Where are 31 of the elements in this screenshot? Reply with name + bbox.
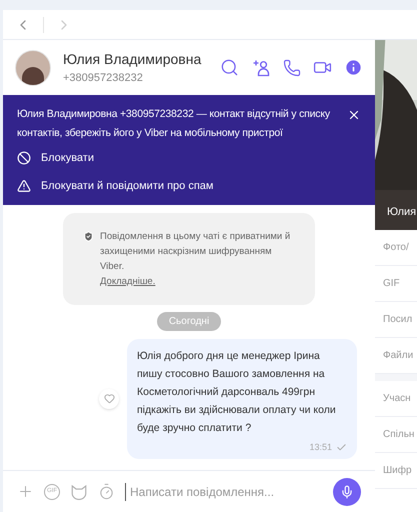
warning-icon: [17, 179, 31, 193]
shield-icon: [83, 231, 94, 242]
banner-text: Юлия Владимировна +380957238232 — контакт відсутній у списку контактів, збережіть його у Viber на мобільному пристрої: [17, 107, 331, 141]
side-panel-item[interactable]: Спільн: [375, 417, 417, 453]
learn-more-link[interactable]: Докладніше.: [100, 274, 156, 289]
message-input[interactable]: Написати повідомлення...: [125, 482, 323, 500]
side-panel-item[interactable]: Шифр: [375, 453, 417, 489]
side-panel-item[interactable]: Фото/: [375, 230, 417, 266]
close-icon[interactable]: [347, 108, 361, 122]
like-button[interactable]: [99, 388, 119, 409]
side-panel-item[interactable]: Учасн: [375, 381, 417, 417]
microphone-icon: [340, 484, 354, 498]
security-text: Повідомлення в цьому чаті є приватними й захищеними наскрізним шифруванням Viber.: [100, 230, 292, 274]
avatar: [15, 50, 51, 86]
message-text: Юлія доброго дня це менеджер Ірина пишу стосовно Вашого замовлення на Косметологічний дарсонваль 499грн підкажіть ви здійснювали оплату чи коли буде зручно сплатити ?: [137, 349, 337, 436]
add-contact-icon[interactable]: [251, 58, 271, 78]
message-time: 13:51: [309, 441, 332, 454]
search-icon[interactable]: [220, 58, 239, 77]
block-button[interactable]: Блокувати: [17, 145, 94, 171]
block-icon: [17, 151, 31, 165]
side-panel-item[interactable]: Файли: [375, 338, 417, 374]
side-panel-item[interactable]: Посил: [375, 302, 417, 338]
contact-name: Юлия Владимировна: [63, 50, 202, 69]
info-icon[interactable]: [344, 58, 363, 77]
photo-caption: Юлия: [387, 204, 416, 220]
date-separator: Сьогодні: [156, 312, 222, 331]
report-spam-button[interactable]: Блокувати й повідомити про спам: [17, 173, 214, 199]
voice-message-button[interactable]: [333, 478, 361, 506]
contact-phone: +380957238232: [63, 70, 144, 86]
side-panel-item[interactable]: GIF: [375, 266, 417, 302]
call-icon[interactable]: [283, 58, 301, 76]
